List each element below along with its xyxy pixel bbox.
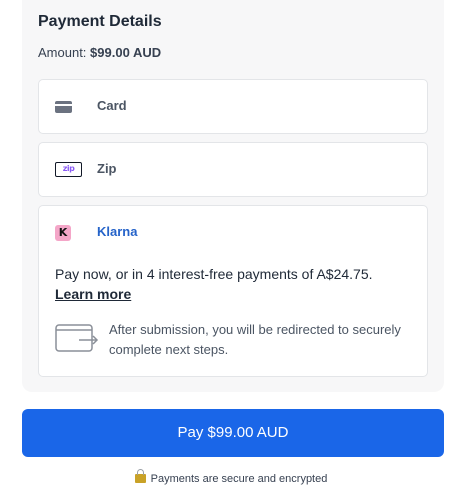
card-option-label: Card: [97, 98, 127, 113]
credit-card-icon: [55, 101, 72, 113]
lock-icon: [134, 469, 146, 483]
payment-details-panel: Payment Details Amount: $99.00 AUD Card …: [22, 0, 444, 392]
klarna-description: Pay now, or in 4 interest-free payments …: [55, 266, 373, 282]
zip-option-header[interactable]: zip Zip: [39, 143, 427, 196]
payment-option-card[interactable]: Card: [38, 79, 428, 134]
redirect-note: After submission, you will be redirected…: [109, 322, 401, 357]
security-note: Payments are secure and encrypted: [0, 469, 462, 485]
payment-option-zip[interactable]: zip Zip: [38, 142, 428, 197]
card-option-header[interactable]: Card: [39, 80, 427, 133]
amount-line: Amount: $99.00 AUD: [38, 45, 161, 60]
zip-logo-icon: zip: [55, 162, 82, 177]
redirect-window-icon: [55, 324, 99, 352]
amount-value: $99.00 AUD: [90, 45, 162, 60]
payment-option-klarna[interactable]: K Klarna Pay now, or in 4 interest-free …: [38, 205, 428, 377]
payment-title: Payment Details: [38, 13, 162, 30]
security-note-text: Payments are secure and encrypted: [150, 473, 328, 485]
pay-button[interactable]: Pay $99.00 AUD: [22, 409, 444, 457]
learn-more-link[interactable]: Learn more: [55, 286, 131, 302]
zip-option-label: Zip: [97, 161, 117, 176]
klarna-option-label: Klarna: [97, 224, 138, 239]
klarna-option-header[interactable]: K Klarna: [39, 206, 427, 259]
amount-label: Amount:: [38, 45, 87, 60]
klarna-logo-icon: K: [55, 225, 71, 241]
